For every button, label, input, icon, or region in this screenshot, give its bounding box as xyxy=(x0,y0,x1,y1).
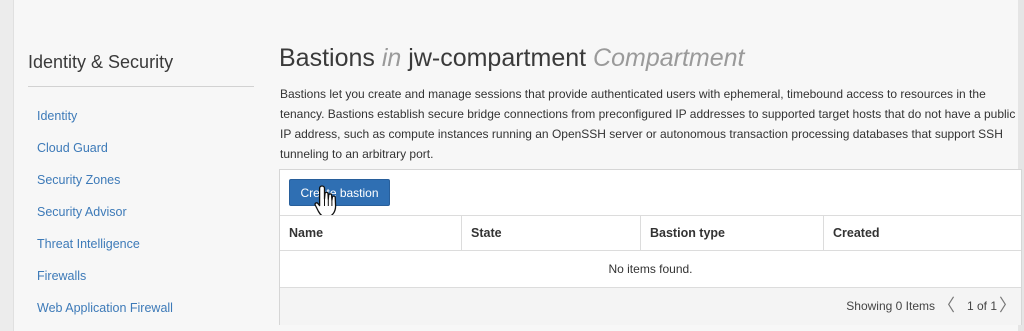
sidebar-item-security-zones[interactable]: Security Zones xyxy=(37,169,173,201)
page-title-compartment: jw-compartment xyxy=(408,44,587,72)
empty-table-message: No items found. xyxy=(280,251,1021,288)
sidebar-item-security-advisor[interactable]: Security Advisor xyxy=(37,201,173,233)
sidebar-title: Identity & Security xyxy=(28,52,174,72)
column-header-name[interactable]: Name xyxy=(280,216,462,250)
column-header-state[interactable]: State xyxy=(462,216,641,250)
next-page-icon[interactable]: 〉 xyxy=(999,288,1016,324)
page-title: Bastions in jw-compartment Compartment xyxy=(279,44,745,73)
sidebar-divider xyxy=(28,86,254,87)
sidebar-item-firewalls[interactable]: Firewalls xyxy=(37,265,173,297)
sidebar-item-web-application-firewall[interactable]: Web Application Firewall xyxy=(37,297,173,329)
page-indicator: 1 of 1 xyxy=(966,299,997,313)
previous-page-icon[interactable]: 〈 xyxy=(938,288,955,324)
page-description: Bastions let you create and manage sessi… xyxy=(280,87,1016,161)
column-header-created[interactable]: Created xyxy=(824,216,1021,250)
page-title-suffix: Compartment xyxy=(593,44,745,72)
sidebar: Identity & Security Identity Cloud Guard… xyxy=(28,0,254,331)
items-count-text: Showing 0 Items xyxy=(846,299,935,313)
sidebar-menu: Identity Cloud Guard Security Zones Secu… xyxy=(37,105,173,329)
sidebar-item-cloud-guard[interactable]: Cloud Guard xyxy=(37,137,173,169)
sidebar-item-threat-intelligence[interactable]: Threat Intelligence xyxy=(37,233,173,265)
bastions-list-panel: Create bastion Name State Bastion type C… xyxy=(279,169,1022,325)
page-title-in: in xyxy=(381,44,402,72)
window-left-edge xyxy=(0,0,14,331)
page-title-resource: Bastions xyxy=(279,44,375,72)
sidebar-item-identity[interactable]: Identity xyxy=(37,105,173,137)
table-footer: Showing 0 Items 〈 1 of 1 〉 xyxy=(280,288,1021,325)
table-header: Name State Bastion type Created xyxy=(280,215,1021,251)
column-header-bastion-type[interactable]: Bastion type xyxy=(641,216,824,250)
